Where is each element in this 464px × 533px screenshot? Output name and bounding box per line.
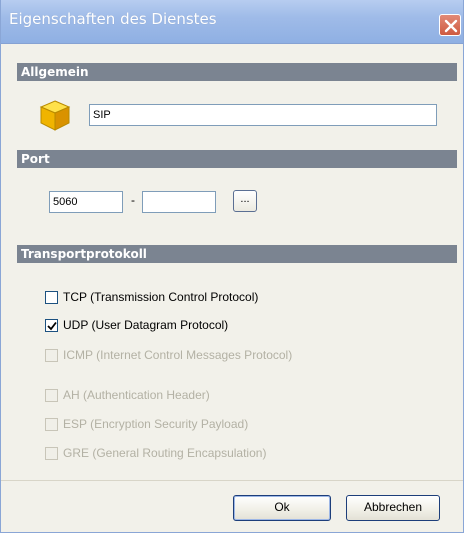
port-browse-button[interactable]: ... [233,190,257,212]
icmp-checkbox [45,349,58,362]
section-header-transport: Transportprotokoll [17,245,457,263]
cancel-button[interactable]: Abbrechen [346,495,440,521]
esp-checkbox-label: ESP (Encryption Security Payload) [63,417,249,431]
udp-checkbox-label: UDP (User Datagram Protocol) [63,318,229,332]
port-range-separator: - [131,193,135,207]
service-name-input[interactable]: SIP [89,104,437,126]
section-header-general: Allgemein [17,63,457,81]
icmp-checkbox-label: ICMP (Internet Control Messages Protocol… [63,348,293,362]
title-bar[interactable]: Eigenschaften des Dienstes [1,0,463,44]
ah-checkbox-label: AH (Authentication Header) [63,388,210,402]
gre-checkbox-label: GRE (General Routing Encapsulation) [63,446,267,460]
port-from-input[interactable]: 5060 [49,191,123,213]
ok-button[interactable]: Ok [233,495,331,521]
window-title: Eigenschaften des Dienstes [9,10,217,28]
cube-icon [37,97,73,133]
udp-checkbox[interactable] [45,319,58,332]
esp-checkbox [45,418,58,431]
service-properties-dialog: Eigenschaften des Dienstes Allgemein SIP… [0,0,464,533]
tcp-checkbox[interactable] [45,291,58,304]
tcp-checkbox-label: TCP (Transmission Control Protocol) [63,290,259,304]
gre-checkbox [45,447,58,460]
footer-divider [1,480,463,481]
port-to-input[interactable] [142,191,216,213]
close-button[interactable] [439,14,461,36]
section-header-port: Port [17,150,457,168]
ah-checkbox [45,389,58,402]
